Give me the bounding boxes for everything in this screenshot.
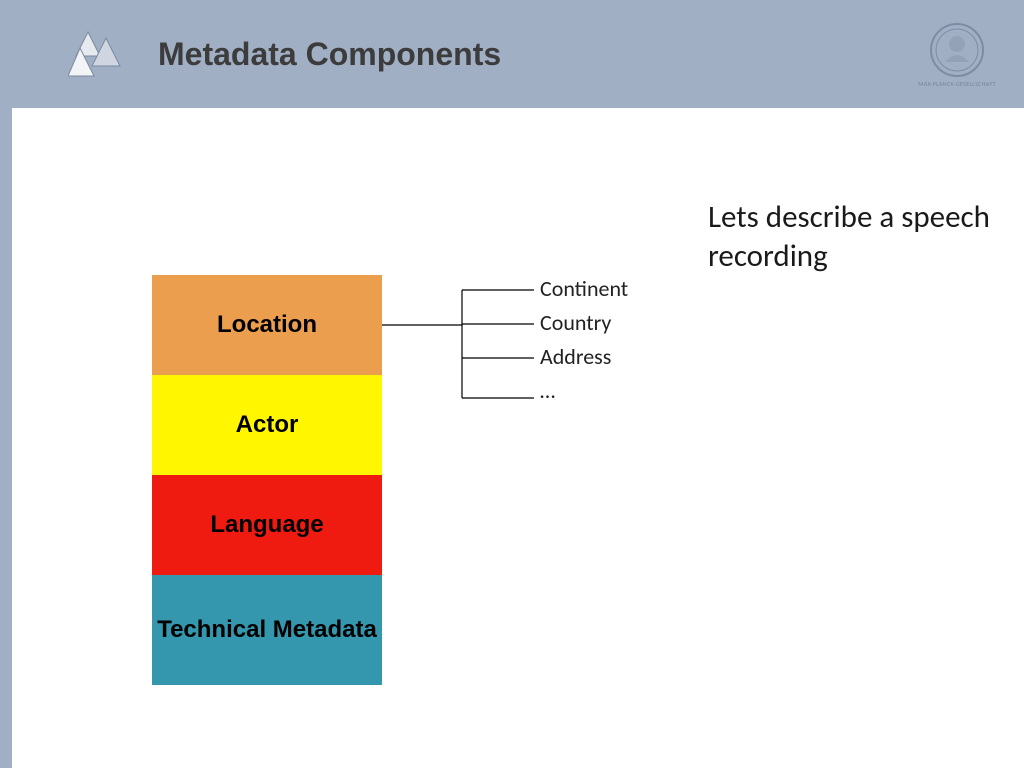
branch-labels: Continent Country Address … [540,272,628,408]
description-text: Lets describe a speech recording [708,198,998,276]
seal-text: MAX-PLANCK-GESELLSCHAFT [918,80,995,88]
slide-title: Metadata Components [158,36,501,73]
block-location: Location [152,275,382,375]
left-accent-bar [0,0,12,768]
block-language: Language [152,475,382,575]
block-actor: Actor [152,375,382,475]
block-technical-metadata: Technical Metadata [152,575,382,685]
slide-header: Metadata Components MAX-PLANCK-GESELLSCH… [0,0,1024,108]
logo-icon [68,28,126,78]
branch-connector [382,278,542,408]
branch-item-more: … [540,374,628,408]
branch-item-country: Country [540,306,628,340]
org-seal-icon: MAX-PLANCK-GESELLSCHAFT [924,22,990,102]
metadata-block-stack: Location Actor Language Technical Metada… [152,275,382,685]
branch-item-continent: Continent [540,272,628,306]
branch-item-address: Address [540,340,628,374]
